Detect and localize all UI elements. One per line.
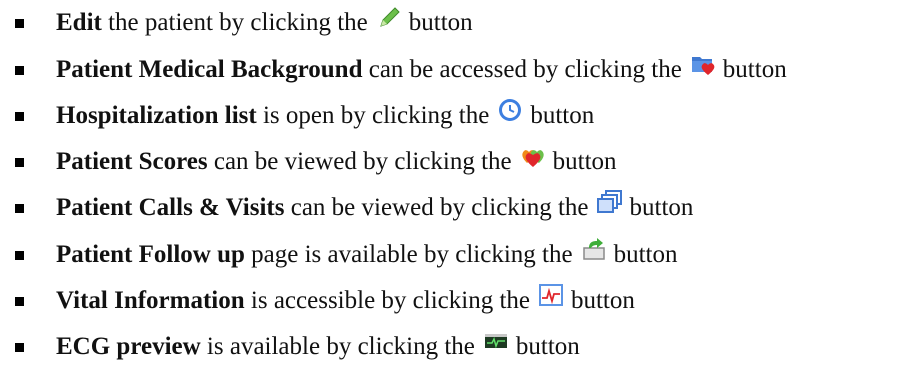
- item-middle: is available by clicking the: [200, 333, 475, 360]
- item-after: button: [408, 9, 473, 36]
- item-after: button: [570, 287, 635, 314]
- item-after: button: [629, 194, 694, 221]
- item-after: button: [530, 102, 595, 129]
- folder-heart-icon: [690, 51, 716, 77]
- item-middle: the patient by clicking the: [101, 9, 368, 36]
- item-bold: Patient Calls & Visits: [56, 194, 285, 221]
- bullet: [15, 65, 24, 75]
- item-middle: can be viewed by clicking the: [207, 148, 512, 175]
- item-text: ECG preview is available by clicking the…: [56, 333, 580, 361]
- ecg-monitor-icon: [483, 328, 509, 354]
- bullet: [15, 250, 24, 260]
- clock-icon: [497, 97, 523, 123]
- vital-chart-icon: [538, 282, 564, 308]
- item-after: button: [722, 56, 787, 83]
- item-text: Patient Follow up page is available by c…: [56, 238, 678, 269]
- instruction-list: Edit the patient by clicking the button …: [0, 0, 921, 381]
- item-bold: Edit: [56, 9, 102, 36]
- item-text: Patient Scores can be viewed by clicking…: [56, 148, 617, 176]
- item-bold: Vital Information: [56, 287, 245, 314]
- bullet: [15, 157, 24, 167]
- item-text: Vital Information is accessible by click…: [56, 284, 635, 315]
- item-bold: Hospitalization list: [56, 102, 257, 129]
- item-text: Edit the patient by clicking the button: [56, 7, 473, 37]
- item-middle: can be viewed by clicking the: [284, 194, 589, 221]
- item-bold: ECG preview: [56, 333, 201, 360]
- item-middle: is accessible by clicking the: [244, 287, 530, 314]
- bullet: [15, 203, 24, 213]
- bullet: [15, 18, 24, 28]
- item-text: Hospitalization list is open by clicking…: [56, 99, 595, 130]
- item-bold: Patient Follow up: [56, 241, 245, 268]
- item-middle: can be accessed by clicking the: [362, 56, 682, 83]
- stacked-windows-icon: [596, 189, 623, 215]
- item-middle: page is available by clicking the: [244, 241, 573, 268]
- bullet: [15, 111, 24, 121]
- item-bold: Patient Scores: [56, 148, 208, 175]
- item-text: Patient Medical Background can be access…: [56, 56, 787, 84]
- item-text: Patient Calls & Visits can be viewed by …: [56, 190, 694, 222]
- item-bold: Patient Medical Background: [56, 56, 363, 83]
- item-after: button: [515, 333, 580, 360]
- item-after: button: [613, 241, 678, 268]
- hearts-icon: [520, 143, 546, 169]
- item-after: button: [552, 148, 617, 175]
- pencil-icon: [376, 4, 402, 30]
- tray-arrow-icon: [581, 236, 607, 262]
- item-middle: is open by clicking the: [256, 102, 490, 129]
- bullet: [15, 296, 24, 306]
- bullet: [15, 342, 24, 352]
